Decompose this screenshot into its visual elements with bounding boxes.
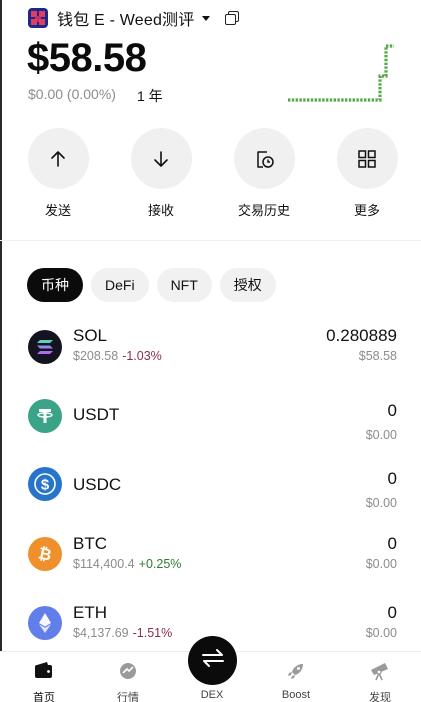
asset-price: $114,400.4 (73, 557, 135, 571)
asset-value: $58.58 (358, 349, 397, 363)
send-label: 发送 (44, 203, 71, 218)
asset-symbol: SOL (73, 326, 108, 345)
tab-boost[interactable]: Boost (254, 652, 338, 702)
asset-value: $0.00 (365, 557, 397, 571)
quick-actions: 发送 接收 交易历史 更多 (0, 128, 421, 220)
section-divider (0, 240, 421, 241)
sol-icon (28, 330, 62, 364)
tab-market-label: 行情 (117, 692, 139, 702)
telescope-icon (369, 661, 391, 686)
total-balance: $58.58 (27, 36, 147, 80)
tab-dex-label: DEX (200, 689, 224, 701)
swap-icon (200, 647, 226, 674)
svg-text:₿: ₿ (37, 544, 54, 564)
asset-change: +0.25% (138, 557, 182, 571)
history-label: 交易历史 (237, 203, 290, 218)
chip-approvals[interactable]: 授权 (219, 268, 276, 302)
svg-text:$: $ (41, 477, 50, 494)
asset-price-line: $4,137.69 -1.51% (73, 626, 172, 640)
asset-row-usdt[interactable]: USDT 0 $0.00 (0, 399, 421, 461)
asset-value: $0.00 (365, 626, 397, 640)
tab-market[interactable]: 行情 (86, 652, 170, 702)
asset-row-usdc[interactable]: $ USDC 0 $0.00 (0, 467, 421, 529)
grid-icon[interactable] (336, 128, 398, 189)
more-label: 更多 (353, 203, 380, 218)
asset-price: $4,137.69 (73, 626, 129, 640)
asset-amount: 0 (387, 469, 397, 488)
asset-change: -1.51% (132, 626, 173, 640)
copy-icon[interactable] (225, 11, 240, 25)
receive-action[interactable]: 接收 (121, 128, 201, 219)
asset-filter-chips: 币种 DeFi NFT 授权 (27, 268, 276, 302)
asset-price-line: $114,400.4 +0.25% (73, 557, 181, 571)
btc-icon: ₿ (28, 537, 62, 571)
arrow-down-icon[interactable] (130, 128, 192, 189)
chip-defi[interactable]: DeFi (91, 268, 149, 302)
asset-amount: 0 (387, 603, 397, 622)
wallet-avatar (28, 8, 48, 28)
wallet-icon (34, 661, 54, 684)
asset-row-sol[interactable]: SOL $208.58 -1.03% 0.280889 $58.58 (0, 326, 421, 386)
chip-nft[interactable]: NFT (156, 268, 212, 302)
wallet-selector[interactable]: 钱包 E - Weed测评 (28, 7, 240, 29)
asset-symbol: ETH (73, 603, 107, 622)
tab-home[interactable]: 首页 (2, 652, 86, 702)
asset-amount: 0 (387, 534, 397, 553)
asset-change: -1.03% (122, 349, 162, 363)
asset-symbol: BTC (73, 534, 107, 553)
market-icon (118, 661, 138, 686)
asset-amount: 0.280889 (326, 326, 397, 345)
tab-discover-label: 发现 (369, 692, 391, 702)
caret-down-icon[interactable] (202, 15, 211, 21)
chip-tokens[interactable]: 币种 (27, 268, 83, 302)
period-selector[interactable]: 1 年 (137, 86, 163, 106)
asset-value: $0.00 (365, 428, 397, 442)
history-icon[interactable] (233, 128, 295, 189)
eth-icon (28, 606, 62, 640)
usdt-icon (28, 399, 62, 433)
balance-sparkline (288, 44, 394, 102)
send-action[interactable]: 发送 (18, 128, 98, 219)
receive-label: 接收 (147, 203, 174, 218)
wallet-header: 钱包 E - Weed测评 $58.58 $0.00 (0.00%) 1 年 (0, 0, 421, 115)
asset-symbol: USDT (73, 405, 120, 424)
asset-price: $208.58 (73, 349, 119, 363)
rocket-icon (286, 661, 306, 686)
asset-symbol: USDC (73, 475, 122, 494)
tab-home-label: 首页 (33, 692, 55, 702)
asset-amount: 0 (387, 401, 397, 420)
asset-row-btc[interactable]: ₿ BTC $114,400.4 +0.25% 0 $0.00 (0, 534, 421, 594)
tab-boost-label: Boost (281, 689, 311, 701)
history-action[interactable]: 交易历史 (224, 128, 304, 219)
dex-swap-button[interactable] (188, 636, 237, 685)
usdc-icon: $ (28, 467, 62, 501)
pnl-change: $0.00 (0.00%) (28, 86, 116, 102)
asset-value: $0.00 (365, 496, 397, 510)
arrow-up-icon[interactable] (27, 128, 89, 189)
more-action[interactable]: 更多 (327, 128, 407, 219)
asset-price-line: $208.58 -1.03% (73, 349, 162, 363)
wallet-name: 钱包 E - Weed测评 (57, 12, 195, 29)
tab-discover[interactable]: 发现 (338, 652, 421, 702)
